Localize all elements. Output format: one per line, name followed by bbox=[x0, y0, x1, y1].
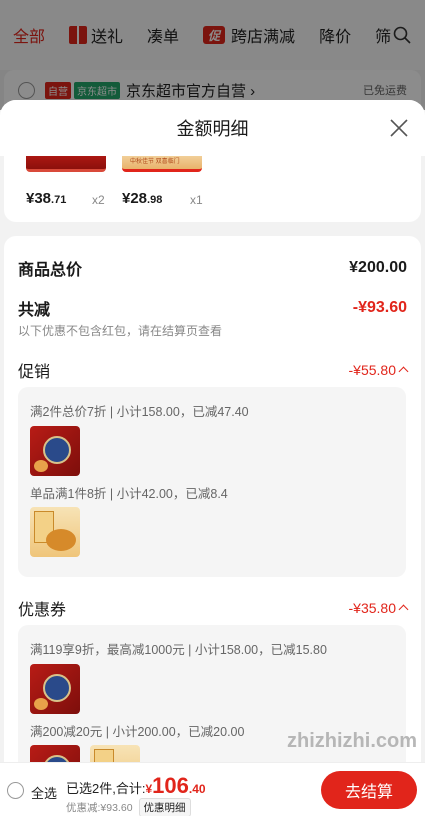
coupon-line: 满200减20元 | 小计200.00，已减20.00 bbox=[30, 725, 245, 739]
chevron-up-icon bbox=[398, 366, 409, 377]
selected-text: 已选2件,合计: bbox=[66, 781, 146, 796]
product-image[interactable] bbox=[30, 426, 80, 476]
currency-symbol: ¥ bbox=[145, 782, 153, 796]
watermark: zhizhizhi.com bbox=[287, 730, 417, 752]
selected-summary: 已选2件,合计: ¥ 106 .40 bbox=[66, 773, 206, 799]
amount-detail-sheet: 金额明细 中秋佳节 双喜临门 ¥38.71 x2 ¥28.98 x1 商品总价 … bbox=[0, 100, 425, 816]
total-amount-decimal: .40 bbox=[188, 782, 206, 796]
total-discount-value: -¥93.60 bbox=[352, 299, 407, 316]
price-detail-card: 商品总价 ¥200.00 共减 -¥93.60 以下优惠不包含红包，请在结算页查… bbox=[4, 236, 421, 816]
checkout-bar: 全选 已选2件,合计: ¥ 106 .40 优惠减:¥93.60 优惠明细 去结… bbox=[0, 762, 425, 816]
promo-line: 满2件总价7折 | 小计158.00，已减47.40 bbox=[30, 405, 249, 419]
item-qty: x1 bbox=[190, 193, 203, 207]
total-discount-label: 共减 bbox=[18, 302, 51, 319]
items-card: 中秋佳节 双喜临门 ¥38.71 x2 ¥28.98 x1 bbox=[4, 156, 421, 222]
coupon-value: -¥35.80 bbox=[349, 600, 409, 616]
discount-text: 优惠减:¥93.60 bbox=[66, 802, 133, 814]
promo-row[interactable]: 促销 -¥55.80 bbox=[18, 358, 409, 382]
product-thumbnail[interactable] bbox=[26, 156, 106, 172]
promo-line: 单品满1件8折 | 小计42.00，已减8.4 bbox=[30, 487, 228, 501]
select-all-label[interactable]: 全选 bbox=[31, 783, 57, 802]
total-price-row: 商品总价 ¥200.00 bbox=[18, 256, 407, 280]
promo-label: 促销 bbox=[18, 364, 51, 381]
coupon-row[interactable]: 优惠券 -¥35.80 bbox=[18, 596, 409, 620]
total-amount: 106 bbox=[152, 773, 189, 798]
product-image[interactable] bbox=[30, 664, 80, 714]
sheet-header: 金额明细 bbox=[0, 100, 425, 156]
total-discount-row: 共减 -¥93.60 bbox=[18, 296, 407, 320]
sheet-title: 金额明细 bbox=[176, 119, 249, 139]
select-all-radio[interactable] bbox=[7, 782, 24, 799]
item-price: ¥28.98 bbox=[122, 190, 163, 207]
discount-summary: 优惠减:¥93.60 优惠明细 bbox=[66, 798, 191, 816]
product-thumbnail[interactable]: 中秋佳节 双喜临门 bbox=[122, 156, 202, 172]
discount-note: 以下优惠不包含红包，请在结算页查看 bbox=[18, 324, 223, 338]
checkout-button[interactable]: 去结算 bbox=[321, 771, 417, 809]
close-icon[interactable] bbox=[389, 118, 409, 138]
item-price: ¥38.71 bbox=[26, 190, 67, 207]
total-price-label: 商品总价 bbox=[18, 262, 83, 279]
overlay-dim[interactable] bbox=[0, 0, 425, 110]
item-qty: x2 bbox=[92, 193, 105, 207]
chevron-up-icon bbox=[398, 604, 409, 615]
promo-value: -¥55.80 bbox=[349, 362, 409, 378]
promo-detail-box: 满2件总价7折 | 小计158.00，已减47.40 单品满1件8折 | 小计4… bbox=[18, 387, 406, 577]
product-image[interactable] bbox=[30, 507, 80, 557]
total-price-value: ¥200.00 bbox=[349, 259, 407, 276]
thumbnail-text: 中秋佳节 双喜临门 bbox=[130, 159, 180, 165]
discount-detail-button[interactable]: 优惠明细 bbox=[138, 798, 191, 816]
coupon-label: 优惠券 bbox=[18, 602, 67, 619]
coupon-line: 满119享9折，最高减1000元 | 小计158.00，已减15.80 bbox=[30, 643, 327, 657]
